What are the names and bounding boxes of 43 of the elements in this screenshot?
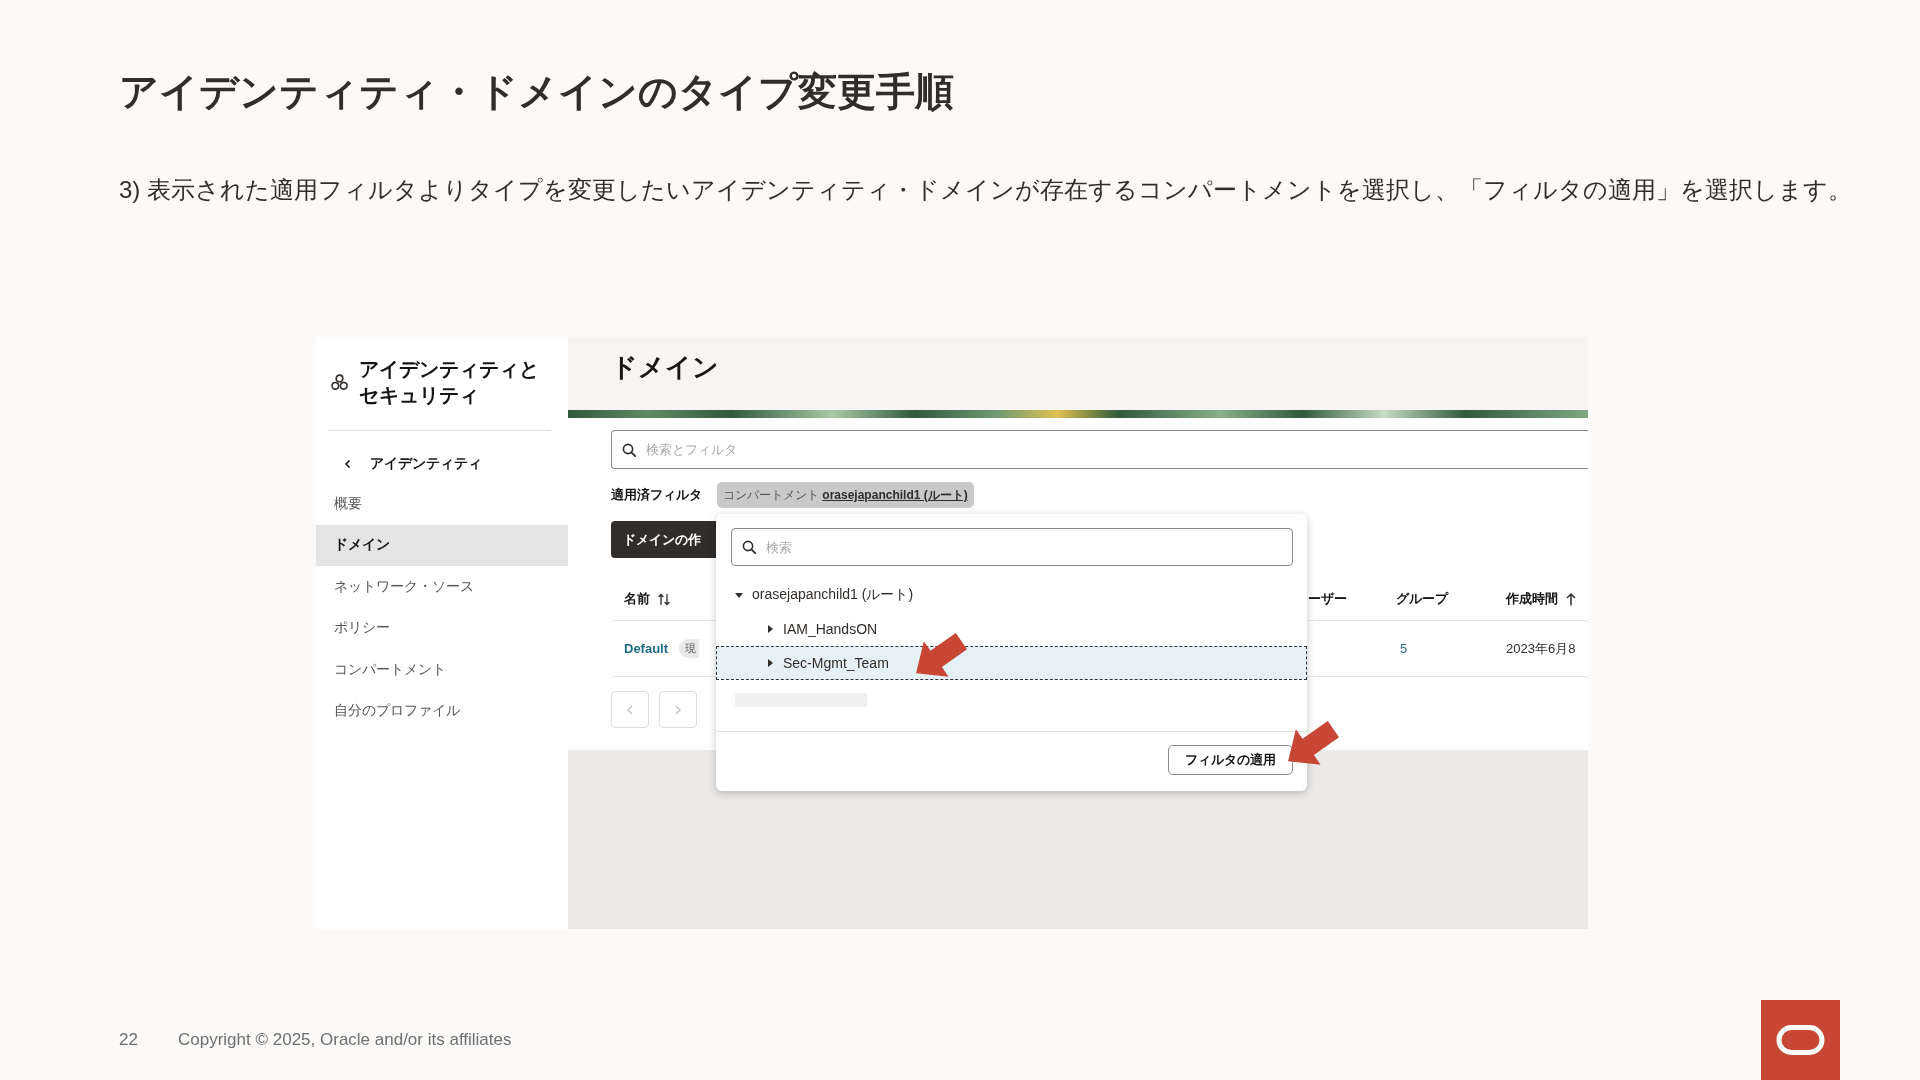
caret-right-icon[interactable] bbox=[766, 625, 774, 633]
instruction-text: 3) 表示された適用フィルタよりタイプを変更したいアイデンティティ・ドメインが存在するコンパートメントを選択し、「フィルタの適用」を選択します。 bbox=[119, 175, 1852, 205]
sidebar-item[interactable]: ポリシー bbox=[316, 607, 568, 649]
arrow-icon bbox=[1288, 721, 1339, 765]
apply-filter-button[interactable]: フィルタの適用 bbox=[1168, 745, 1293, 775]
sort-icon[interactable] bbox=[658, 592, 670, 606]
page-heading: ドメイン bbox=[611, 351, 719, 383]
sidebar-item[interactable]: ドメイン bbox=[316, 524, 568, 566]
search-field[interactable]: 検索とフィルタ bbox=[611, 430, 1588, 469]
search-icon bbox=[742, 540, 756, 554]
slide-title: アイデンティティ・ドメインのタイプ変更手順 bbox=[119, 69, 954, 115]
column-header: ーザー bbox=[1308, 590, 1347, 608]
filter-chip[interactable]: コンパートメント orasejapanchild1 (ルート) bbox=[717, 482, 974, 508]
sidebar-item[interactable]: コンパートメント bbox=[316, 649, 568, 691]
copyright-text: Copyright © 2025, Oracle and/or its affiliates bbox=[178, 1030, 512, 1050]
chevron-right-icon bbox=[675, 704, 681, 715]
arrow-icon bbox=[916, 633, 967, 677]
column-header[interactable]: 作成時間 bbox=[1506, 590, 1576, 608]
circles-icon bbox=[331, 373, 348, 391]
tree-item[interactable]: orasejapanchild1 (ルート) bbox=[716, 578, 1307, 612]
chevron-left-icon bbox=[344, 459, 351, 469]
sidebar-item[interactable]: 概要 bbox=[316, 483, 568, 525]
sidebar-item[interactable]: ネットワーク・ソース bbox=[316, 566, 568, 608]
table-cell-text: 2023年6月8 bbox=[1506, 639, 1577, 658]
column-header: グループ bbox=[1396, 590, 1448, 608]
caret-right-icon[interactable] bbox=[766, 659, 774, 667]
back-link[interactable]: アイデンティティ bbox=[344, 452, 482, 476]
table-cell-text: 5 bbox=[1400, 641, 1409, 656]
domain-link[interactable]: Default bbox=[624, 641, 669, 656]
arrow-up-icon[interactable] bbox=[1566, 592, 1576, 606]
chevron-left-icon bbox=[627, 704, 633, 715]
status-tag: 現 bbox=[679, 639, 700, 658]
sidebar-item[interactable]: 自分のプロファイル bbox=[316, 690, 568, 732]
create-button[interactable]: ドメインの作 bbox=[611, 521, 716, 558]
search-icon bbox=[622, 442, 636, 457]
filter-label: 適用済フィルタ bbox=[611, 486, 702, 504]
sidebar-title: アイデンティティとセキュリティ bbox=[359, 357, 540, 408]
page-number: 22 bbox=[119, 1030, 139, 1050]
caret-down-icon[interactable] bbox=[735, 591, 743, 599]
search-field[interactable]: 検索 bbox=[731, 528, 1293, 566]
column-header[interactable]: 名前 bbox=[624, 590, 670, 608]
tree-item[interactable]: IAM_HandsON bbox=[716, 612, 1307, 646]
tree-item[interactable]: Sec-Mgmt_Team bbox=[716, 646, 1307, 680]
